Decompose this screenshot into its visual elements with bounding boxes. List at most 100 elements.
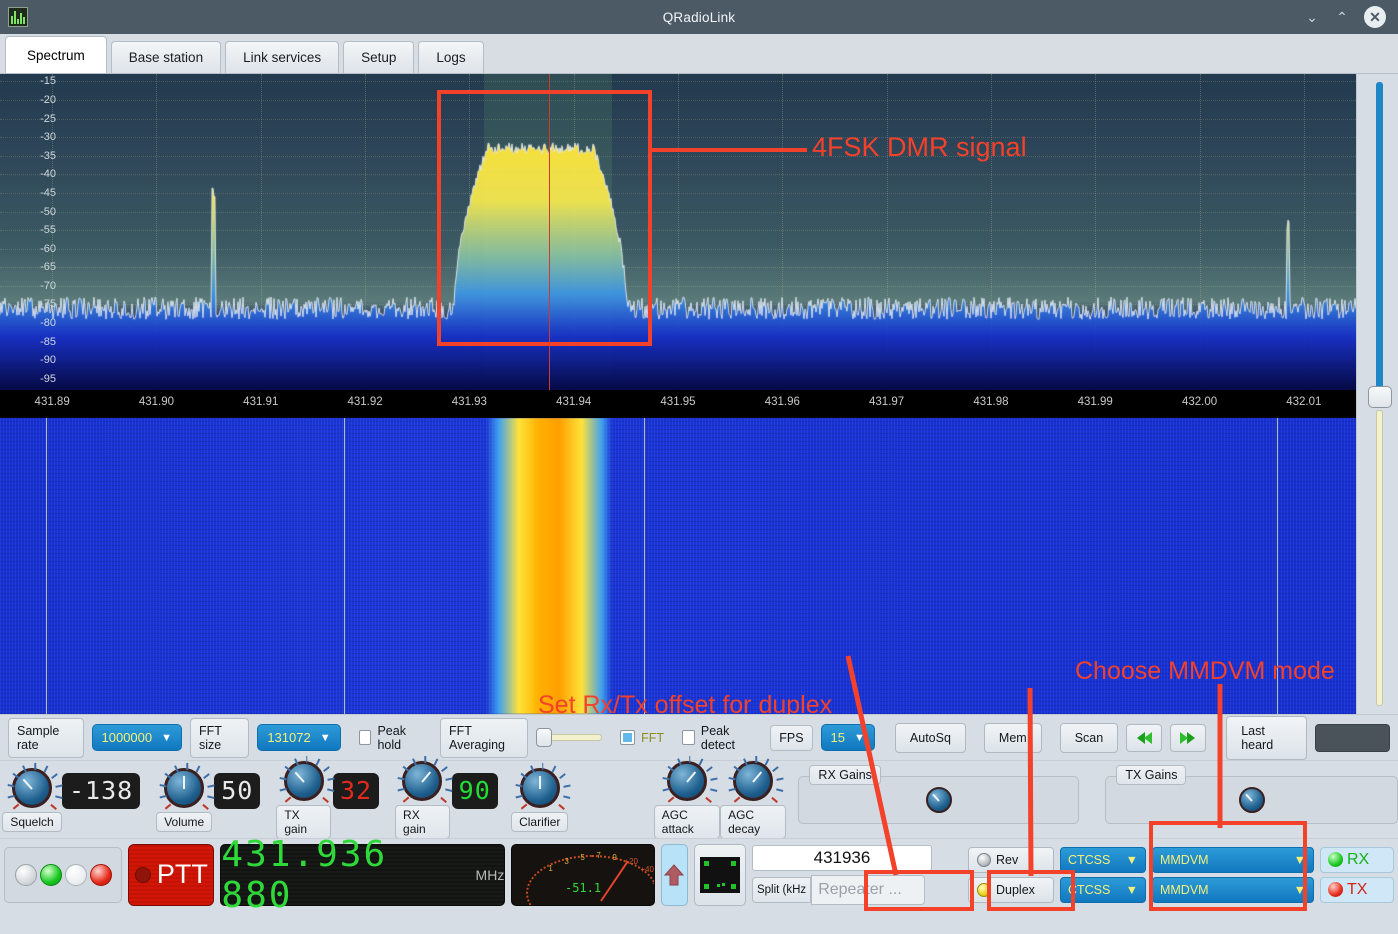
scan-next-button[interactable] xyxy=(1170,724,1206,752)
agc-attack-knob-unit[interactable]: AGC attack xyxy=(654,761,720,839)
rev-button[interactable]: Rev xyxy=(968,847,1054,873)
clarifier-knob[interactable] xyxy=(520,768,560,808)
fast-forward-icon xyxy=(1178,730,1198,746)
squelch-knob-unit[interactable]: Squelch xyxy=(4,768,60,832)
status-led-tx xyxy=(90,864,112,886)
waterfall-marker xyxy=(46,418,47,714)
rx-gain-element-knob[interactable] xyxy=(926,787,952,813)
fft-size-label: FFT size xyxy=(190,718,249,758)
sample-rate-label: Sample rate xyxy=(8,718,84,758)
tx-gain-knob[interactable] xyxy=(284,761,324,801)
scan-button[interactable]: Scan xyxy=(1060,723,1119,753)
scan-prev-button[interactable] xyxy=(1126,724,1162,752)
x-tick-label: 432.00 xyxy=(1182,396,1217,408)
fft-label: FFT xyxy=(641,731,664,745)
sample-rate-value: 1000000 xyxy=(102,730,153,745)
volume-knob[interactable] xyxy=(164,768,204,808)
tx-gain-element-knob[interactable] xyxy=(1239,787,1265,813)
rx-led-icon xyxy=(1328,852,1343,867)
callout-box-repeater xyxy=(864,870,974,911)
knob-ticks xyxy=(396,755,454,813)
tab-label: Logs xyxy=(436,50,465,65)
rx-indicator: RX xyxy=(1320,847,1394,873)
callout-box-duplex xyxy=(987,870,1075,911)
tab-label: Spectrum xyxy=(27,48,85,63)
squelch-knob[interactable] xyxy=(12,768,52,808)
window-title: QRadioLink xyxy=(0,10,1398,25)
status-led-3 xyxy=(65,864,87,886)
y-tick-label: -25 xyxy=(40,114,56,124)
frequency-unit: MHz xyxy=(476,867,505,883)
spectrum-waterfall-area: -15 -20 -25 -30 -35 -40 -45 -50 -55 -60 -65 -70 -75-… xyxy=(0,74,1398,714)
s-meter-tick: 1 xyxy=(548,864,552,873)
tab-setup[interactable]: Setup xyxy=(343,41,414,73)
frequency-input[interactable]: 431936 xyxy=(752,845,932,871)
x-tick-label: 431.91 xyxy=(243,396,278,408)
x-tick-label: 431.98 xyxy=(973,396,1008,408)
frequency-display: 431.936 880 MHz xyxy=(220,844,505,906)
constellation-button[interactable] xyxy=(694,844,746,906)
tx-gains-title: TX Gains xyxy=(1116,765,1186,785)
y-tick-label: -15 xyxy=(40,76,56,86)
spectrum-trace xyxy=(0,74,1356,390)
split-label: Split (kHz xyxy=(752,877,811,903)
slider-filled-track xyxy=(1376,82,1383,394)
y-tick-label: -60 xyxy=(40,244,56,254)
tx-gain-knob-unit[interactable]: TX gain xyxy=(276,761,331,839)
y-tick-label: -65 xyxy=(40,262,56,272)
rx-gain-knob-unit[interactable]: RX gain xyxy=(395,761,450,839)
radio-control-bar: PTT 431.936 880 MHz 1 3 5 7 9 +20 +40 +6… xyxy=(0,838,1398,910)
waterfall-marker xyxy=(644,418,645,714)
constellation-icon xyxy=(700,857,740,893)
tx-label: TX xyxy=(1347,881,1367,899)
fps-select[interactable]: 15 ▼ xyxy=(821,724,875,751)
tab-base-station[interactable]: Base station xyxy=(111,41,221,73)
tab-spectrum[interactable]: Spectrum xyxy=(5,36,107,73)
fft-size-select[interactable]: 131072 ▼ xyxy=(257,724,340,751)
agc-attack-knob[interactable] xyxy=(667,761,707,801)
y-tick-label: -95 xyxy=(40,374,56,384)
autosq-button[interactable]: AutoSq xyxy=(895,723,966,753)
tx-up-button[interactable] xyxy=(661,844,688,906)
s-meter-tick: +40 xyxy=(640,865,654,874)
fps-label: FPS xyxy=(770,725,812,751)
rx-gain-knob[interactable] xyxy=(402,761,442,801)
s-meter-tick: 7 xyxy=(596,851,600,860)
knob-ticks xyxy=(727,755,785,813)
peak-hold-checkbox[interactable]: Peak hold xyxy=(359,724,424,752)
callout-box-mmdvm xyxy=(1149,821,1307,911)
fft-checkbox[interactable]: FFT xyxy=(620,730,664,745)
sample-rate-select[interactable]: 1000000 ▼ xyxy=(92,724,183,751)
tab-link-services[interactable]: Link services xyxy=(225,41,339,73)
spectrum-plot[interactable]: -15 -20 -25 -30 -35 -40 -45 -50 -55 -60 -65 -70 -75 -… xyxy=(0,74,1356,390)
s-meter-tick: 3 xyxy=(564,857,568,866)
mem-button[interactable]: Mem xyxy=(984,723,1042,753)
peak-detect-checkbox[interactable]: Peak detect xyxy=(682,724,756,752)
fft-averaging-slider[interactable] xyxy=(536,728,603,748)
x-tick-label: 431.99 xyxy=(1078,396,1113,408)
agc-decay-knob[interactable] xyxy=(733,761,773,801)
last-heard-button[interactable]: Last heard xyxy=(1226,716,1306,760)
y-tick-label: -30 xyxy=(40,132,56,142)
agc-decay-knob-unit[interactable]: AGC decay xyxy=(720,761,786,839)
main-tabbar: Spectrum Base station Link services Setu… xyxy=(0,34,1398,74)
slider-handle[interactable] xyxy=(536,728,552,747)
ctcss-rx-select[interactable]: CTCSS ▼ xyxy=(1060,847,1146,873)
y-tick-label: -85 xyxy=(40,337,56,347)
tab-logs[interactable]: Logs xyxy=(418,41,483,73)
volume-knob-unit[interactable]: Volume xyxy=(156,768,212,832)
tab-label: Base station xyxy=(129,50,203,65)
peak-detect-label: Peak detect xyxy=(701,724,756,752)
frequency-value: 431.936 880 xyxy=(221,834,465,916)
fft-averaging-label: FFT Averaging xyxy=(440,718,528,758)
chevron-down-icon: ▼ xyxy=(854,732,865,744)
knob-ticks xyxy=(6,762,64,820)
knob-ticks xyxy=(158,762,216,820)
fft-options-bar: Sample rate 1000000 ▼ FFT size 131072 ▼ … xyxy=(0,714,1398,760)
waterfall-range-slider[interactable] xyxy=(1356,74,1398,714)
clarifier-knob-unit[interactable]: Clarifier xyxy=(512,768,568,832)
ptt-button[interactable]: PTT xyxy=(128,844,214,906)
waterfall-marker xyxy=(344,418,345,714)
slider-handle[interactable] xyxy=(1368,386,1392,408)
s-meter: 1 3 5 7 9 +20 +40 +60 -51.1 xyxy=(511,844,654,906)
